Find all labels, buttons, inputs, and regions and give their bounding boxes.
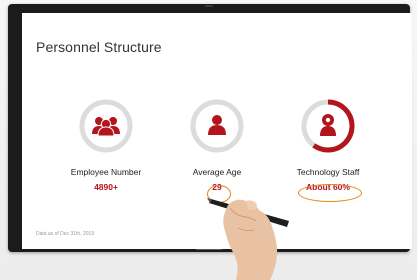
display-monitor: Personnel Structure Employee Number 4890… [8,4,412,252]
photo-scene: Personnel Structure Employee Number 4890… [0,0,417,280]
slide-title: Personnel Structure [36,39,162,55]
footer-note: Data as of Dec 31th, 2019 [36,231,95,237]
pen-annotation-circle-age [207,185,231,203]
stat-ring [189,98,245,154]
camera-dot [205,5,213,7]
people-icon [92,117,120,137]
stat-label: Employee Number [70,167,142,177]
person-icon [208,115,226,135]
stat-value: 4890+ [94,182,118,192]
stat-ring [78,98,134,154]
stat-label: Technology Staff [296,167,360,177]
stat-label: Average Age [192,167,242,177]
stat-technology-staff: Technology Staff About 60% [273,98,383,192]
stat-employee-number: Employee Number 4890+ [51,98,161,192]
pen-annotation-circle-tech [298,184,362,202]
lightbulb-person-icon [320,114,336,136]
stat-average-age: Average Age 29 [162,98,272,192]
presentation-screen[interactable]: Personnel Structure Employee Number 4890… [22,13,412,249]
stat-ring [300,98,356,154]
